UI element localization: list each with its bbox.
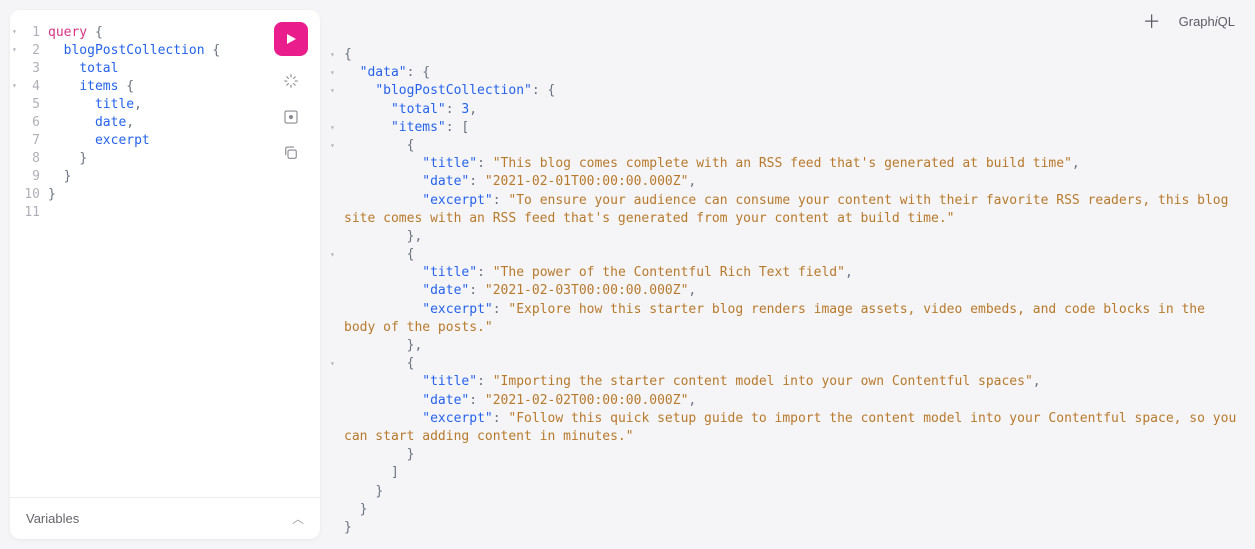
graphiql-logo: GraphiQL	[1179, 14, 1235, 29]
tool-column	[274, 22, 308, 164]
frame-icon	[282, 108, 300, 126]
chevron-up-icon: ︿	[292, 510, 304, 527]
line-gutter: 1▾2▾34▾567891011	[14, 24, 48, 487]
results-body[interactable]: {▾ "data": {▾ "blogPostCollection": {▾ "…	[320, 42, 1255, 549]
query-editor[interactable]: 1▾2▾34▾567891011 query { blogPostCollect…	[10, 10, 320, 497]
variables-toggle[interactable]: Variables ︿	[10, 497, 320, 539]
variables-label: Variables	[26, 511, 79, 526]
run-query-button[interactable]	[274, 22, 308, 56]
copy-icon	[282, 144, 300, 162]
copy-button[interactable]	[277, 142, 305, 164]
add-tab-button[interactable]: ＋	[1143, 8, 1161, 34]
prettify-button[interactable]	[277, 70, 305, 92]
play-icon	[284, 32, 298, 46]
results-header: ＋ GraphiQL	[320, 0, 1255, 42]
query-code[interactable]: query { blogPostCollection { total items…	[48, 24, 310, 487]
merge-button[interactable]	[277, 106, 305, 128]
sparkle-icon	[282, 72, 300, 90]
query-panel: 1▾2▾34▾567891011 query { blogPostCollect…	[10, 10, 320, 539]
results-panel: ＋ GraphiQL {▾ "data": {▾ "blogPostCollec…	[320, 0, 1255, 549]
